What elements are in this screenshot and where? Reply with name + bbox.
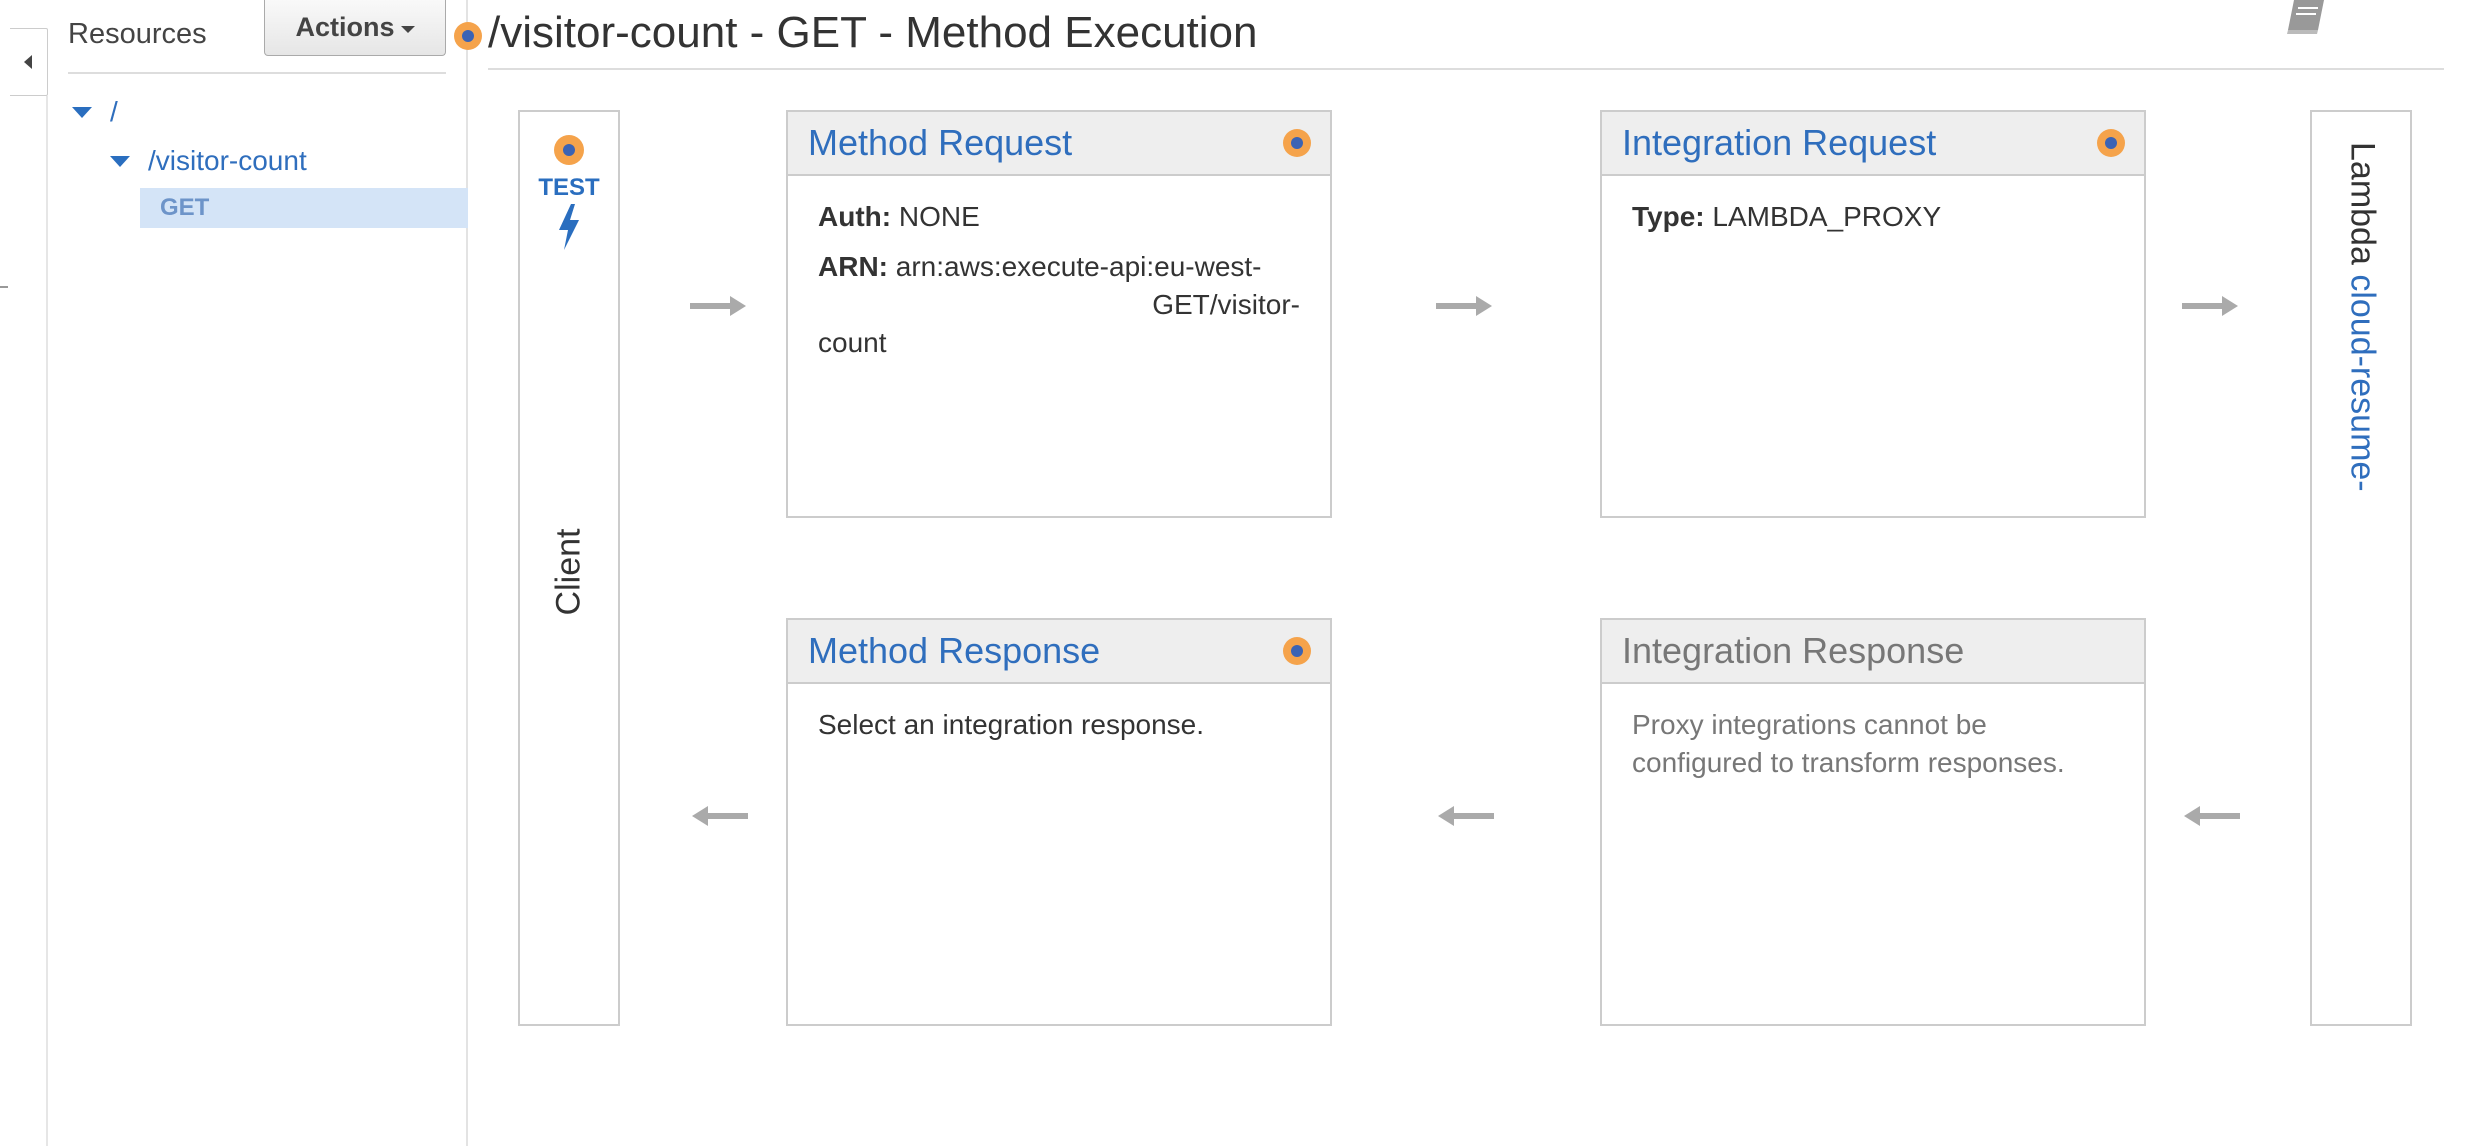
tree-item-label[interactable]: / (110, 96, 118, 128)
tree-item-get-method[interactable]: GET (140, 188, 468, 228)
method-response-text: Select an integration response. (818, 709, 1205, 740)
client-label: Client (549, 528, 588, 616)
page-title: /visitor-count - GET - Method Execution (488, 8, 1258, 57)
method-response-link[interactable]: Method Response (808, 630, 1100, 672)
orange-dot-icon (554, 135, 584, 165)
divider (488, 68, 2444, 70)
box-body: Select an integration response. (788, 684, 1330, 766)
tree-item-label[interactable]: GET (160, 194, 209, 222)
lambda-function-link[interactable]: cloud-resume- (2344, 274, 2382, 491)
expand-caret-icon[interactable] (72, 106, 92, 118)
orange-dot-icon[interactable] (1280, 634, 1314, 668)
tree-item-label[interactable]: /visitor-count (148, 145, 307, 177)
client-column: TEST Client (518, 110, 620, 1026)
actions-label: Actions (295, 12, 395, 42)
test-button[interactable]: TEST (520, 132, 618, 252)
test-label: TEST (538, 174, 600, 201)
arrow-left-icon (692, 806, 748, 826)
auth-label: Auth: (818, 201, 892, 232)
resources-panel: Resources Actions / /visitor-count GET (48, 0, 468, 1146)
lambda-label: Lambda cloud-resume- (2343, 142, 2382, 492)
lightning-icon (559, 204, 579, 250)
arrow-right-icon (2182, 296, 2238, 316)
box-header: Method Response (788, 620, 1330, 684)
orange-dot-icon (454, 22, 482, 50)
box-header: Integration Request (1602, 112, 2144, 176)
tree-item-visitor-count[interactable]: /visitor-count (110, 145, 307, 177)
collapse-sidebar-button[interactable] (10, 28, 48, 96)
arn-label: ARN: (818, 251, 888, 282)
arrow-left-icon (1438, 806, 1494, 826)
method-request-link[interactable]: Method Request (808, 122, 1072, 164)
lambda-column: Lambda cloud-resume- (2310, 110, 2412, 1026)
orange-dot-icon[interactable] (1280, 126, 1314, 160)
box-body: Type: LAMBDA_PROXY (1602, 176, 2144, 258)
integration-request-link[interactable]: Integration Request (1622, 122, 1936, 164)
box-header: Method Request (788, 112, 1330, 176)
tree-item-root[interactable]: / (72, 96, 118, 128)
api-gateway-method-execution: Resources Actions / /visitor-count GET /… (0, 0, 2468, 1146)
type-label: Type: (1632, 201, 1705, 232)
arrow-right-icon (690, 296, 746, 316)
box-body: Proxy integrations cannot be configured … (1602, 684, 2144, 804)
book-icon[interactable] (2284, 0, 2328, 38)
integration-response-box: Integration Response Proxy integrations … (1600, 618, 2146, 1026)
chevron-left-icon (24, 55, 32, 69)
divider (0, 286, 8, 288)
orange-dot-icon[interactable] (2094, 126, 2128, 160)
method-request-box: Method Request Auth: NONE ARN: arn:aws:e… (786, 110, 1332, 518)
lambda-prefix: Lambda (2343, 142, 2382, 265)
box-header: Integration Response (1602, 620, 2144, 684)
integration-response-text: Proxy integrations cannot be configured … (1632, 709, 2065, 778)
arn-value-line1: arn:aws:execute-api:eu-west- (895, 251, 1262, 282)
arn-value-line2: GET/visitor- (1152, 289, 1300, 320)
integration-response-title: Integration Response (1622, 630, 1965, 671)
expand-caret-icon[interactable] (110, 155, 130, 167)
arrow-right-icon (1436, 296, 1492, 316)
arn-value-line3: count (818, 327, 887, 358)
divider (68, 72, 446, 74)
actions-button[interactable]: Actions (264, 0, 446, 56)
arrow-left-icon (2184, 806, 2240, 826)
integration-request-box: Integration Request Type: LAMBDA_PROXY (1600, 110, 2146, 518)
method-response-box: Method Response Select an integration re… (786, 618, 1332, 1026)
resources-title: Resources (68, 18, 207, 50)
auth-value: NONE (898, 201, 980, 232)
box-body: Auth: NONE ARN: arn:aws:execute-api:eu-w… (788, 176, 1330, 384)
caret-down-icon (400, 26, 415, 33)
type-value: LAMBDA_PROXY (1712, 201, 1942, 232)
